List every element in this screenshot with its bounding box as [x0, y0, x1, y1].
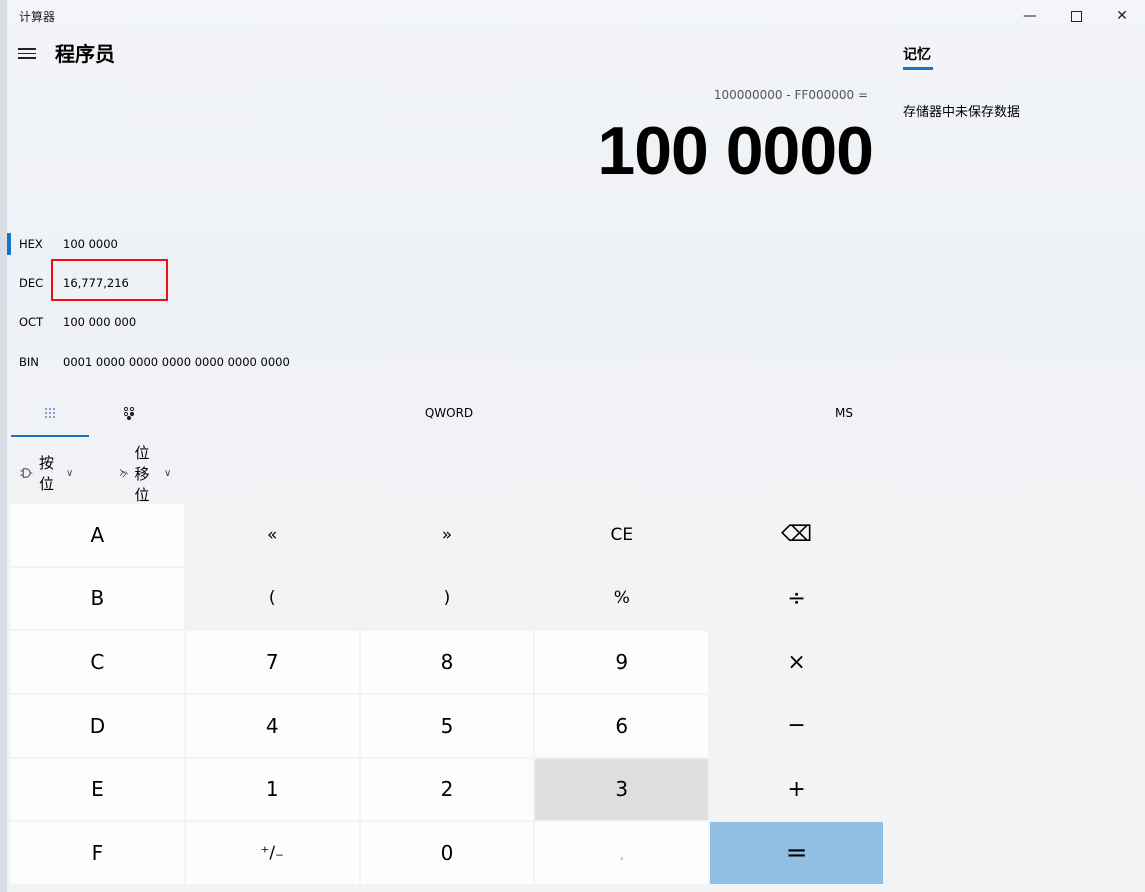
radix-label: HEX	[19, 237, 43, 251]
minimize-button[interactable]: —	[1007, 0, 1053, 32]
memory-tab-underline	[903, 67, 933, 70]
expression-display: 100000000 - FF000000 =	[713, 88, 868, 102]
bitwise-label: 按位	[39, 454, 55, 493]
chevron-down-icon: ∨	[66, 467, 74, 479]
key-e[interactable]: E	[11, 758, 184, 821]
bit-shift-label: 位移位	[134, 443, 150, 504]
chevron-down-icon: ∨	[164, 467, 172, 479]
radix-label: DEC	[19, 276, 44, 290]
radix-bin-row[interactable]: BIN 0001 0000 0000 0000 0000 0000 0000	[0, 348, 300, 378]
key-2[interactable]: 2	[360, 758, 534, 821]
radix-value: 100 0000	[63, 237, 118, 251]
radix-oct-row[interactable]: OCT 100 000 000	[0, 308, 300, 338]
key-0[interactable]: 0	[360, 822, 534, 884]
word-size-button[interactable]: QWORD	[387, 393, 511, 433]
maximize-button[interactable]	[1053, 0, 1099, 32]
bit-toggle-icon	[123, 406, 135, 420]
key-6[interactable]: 6	[535, 695, 709, 757]
menu-icon[interactable]	[18, 45, 36, 59]
key-add[interactable]: +	[710, 758, 883, 821]
keypad-icon	[45, 408, 55, 418]
key-3[interactable]: 3	[535, 758, 709, 821]
radix-label: BIN	[19, 355, 39, 369]
key-subtract[interactable]: −	[710, 695, 883, 757]
memory-tab[interactable]: 记忆	[903, 44, 931, 64]
key-decimal[interactable]: .	[535, 822, 709, 884]
app-title: 计算器	[19, 10, 56, 24]
key-modulo[interactable]: %	[535, 567, 709, 630]
memory-empty-message: 存储器中未保存数据	[903, 105, 1021, 120]
close-button[interactable]: ✕	[1099, 0, 1145, 32]
key-multiply[interactable]: ×	[710, 631, 883, 693]
bit-shift-menu[interactable]: 位移位 ∨	[119, 444, 172, 504]
keypad-tabs: QWORD MS	[11, 393, 883, 437]
calculator-window: 计算器 — ✕ 程序员 100000000 - FF000000 = 100 0…	[0, 0, 1145, 892]
title-bar: 计算器 — ✕	[0, 0, 1145, 32]
key-equals[interactable]: =	[710, 822, 883, 884]
page-title: 程序员	[55, 42, 115, 66]
tab-underline	[11, 435, 89, 437]
key-divide[interactable]: ÷	[710, 567, 883, 630]
highlight-annotation	[51, 259, 168, 301]
key-5[interactable]: 5	[360, 695, 534, 757]
selected-indicator	[7, 233, 11, 255]
result-display: 100 0000	[597, 113, 874, 189]
key-b[interactable]: B	[11, 567, 184, 630]
bitwise-menu[interactable]: 按位 ∨	[19, 454, 74, 493]
background-window-edge	[0, 0, 7, 892]
tab-bit-toggling[interactable]	[101, 393, 157, 433]
memory-store-button[interactable]: MS	[813, 393, 875, 433]
keypad: A « » CE ⌫ B ( ) % ÷ C 7 8 9 × D 4 5 6 −…	[11, 504, 883, 884]
key-7[interactable]: 7	[185, 631, 359, 693]
radix-label: OCT	[19, 315, 44, 329]
key-open-paren[interactable]: (	[185, 567, 359, 630]
key-close-paren[interactable]: )	[360, 567, 534, 630]
key-9[interactable]: 9	[535, 631, 709, 693]
key-1[interactable]: 1	[185, 758, 359, 821]
key-left-shift[interactable]: «	[185, 504, 359, 566]
key-negate[interactable]: ⁺∕₋	[185, 822, 359, 884]
key-c[interactable]: C	[11, 631, 184, 693]
maximize-icon	[1070, 10, 1082, 22]
key-8[interactable]: 8	[360, 631, 534, 693]
tab-full-keypad[interactable]	[11, 393, 89, 433]
key-a[interactable]: A	[11, 504, 184, 566]
key-clear-entry[interactable]: CE	[535, 504, 709, 566]
key-right-shift[interactable]: »	[360, 504, 534, 566]
bit-shift-icon	[119, 469, 129, 478]
logic-gate-icon	[20, 468, 33, 478]
key-d[interactable]: D	[11, 695, 184, 757]
radix-value: 0001 0000 0000 0000 0000 0000 0000	[63, 355, 290, 369]
radix-value: 100 000 000	[63, 315, 137, 329]
key-4[interactable]: 4	[185, 695, 359, 757]
key-f[interactable]: F	[11, 822, 184, 884]
key-backspace[interactable]: ⌫	[710, 504, 883, 566]
radix-hex-row[interactable]: HEX 100 0000	[0, 230, 300, 260]
